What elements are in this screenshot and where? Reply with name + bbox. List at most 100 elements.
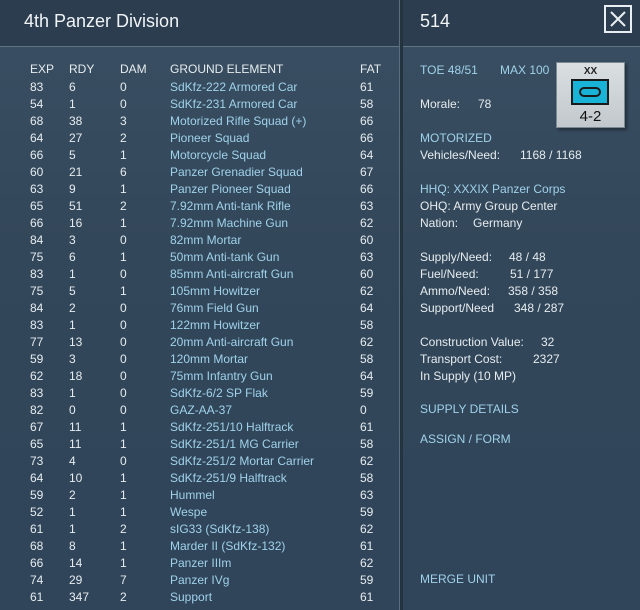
ground-element-link[interactable]: 105mm Howitzer [170, 284, 260, 298]
cell-exp: 59 [30, 488, 44, 502]
table-row: 84 3 0 82mm Mortar 60 [0, 232, 399, 249]
cell-dam: 1 [120, 437, 127, 451]
motorized-infantry-icon [571, 79, 609, 105]
cell-fat: 0 [360, 403, 367, 417]
cell-fat: 61 [360, 590, 374, 604]
cell-dam: 0 [120, 97, 127, 111]
cell-fat: 63 [360, 199, 374, 213]
table-row: 65 11 1 SdKfz-251/1 MG Carrier 58 [0, 436, 399, 453]
ground-element-link[interactable]: 76mm Field Gun [170, 301, 259, 315]
cell-exp: 64 [30, 131, 44, 145]
ground-element-link[interactable]: 120mm Mortar [170, 352, 248, 366]
cell-dam: 1 [120, 488, 127, 502]
ground-element-link[interactable]: Marder II (SdKfz-132) [170, 539, 285, 553]
column-header-rdy: RDY [69, 62, 95, 76]
ground-element-link[interactable]: Panzer IIIm [170, 556, 231, 570]
ground-element-link[interactable]: Pioneer Squad [170, 131, 249, 145]
cell-dam: 0 [120, 80, 127, 94]
ground-element-link[interactable]: SdKfz-231 Armored Car [170, 97, 297, 111]
ground-element-link[interactable]: SdKfz-251/2 Mortar Carrier [170, 454, 314, 468]
ground-element-link[interactable]: 122mm Howitzer [170, 318, 260, 332]
ground-element-link[interactable]: 85mm Anti-aircraft Gun [170, 267, 293, 281]
cell-dam: 1 [120, 182, 127, 196]
cell-rdy: 1 [69, 318, 76, 332]
construction-label: Construction Value: [420, 335, 524, 349]
column-header-fat: FAT [360, 62, 382, 76]
ground-element-link[interactable]: Panzer Pioneer Squad [170, 182, 291, 196]
ground-element-link[interactable]: 7.92mm Anti-tank Rifle [170, 199, 291, 213]
cell-rdy: 10 [69, 471, 83, 485]
ground-element-link[interactable]: 7.92mm Machine Gun [170, 216, 288, 230]
ground-element-link[interactable]: SdKfz-6/2 SP Flak [170, 386, 268, 400]
merge-unit-button[interactable]: MERGE UNIT [420, 572, 495, 586]
ground-element-link[interactable]: SdKfz-251/9 Halftrack [170, 471, 287, 485]
cell-fat: 61 [360, 539, 374, 553]
column-header-ground-element: GROUND ELEMENT [170, 62, 284, 76]
vehicles-value: 1168 / 1168 [520, 148, 582, 162]
table-row: 68 8 1 Marder II (SdKfz-132) 61 [0, 538, 399, 555]
ground-element-link[interactable]: 82mm Mortar [170, 233, 241, 247]
unit-counter[interactable]: XX 4-2 [556, 62, 625, 128]
cell-rdy: 6 [69, 250, 76, 264]
ground-element-link[interactable]: SdKfz-251/10 Halftrack [170, 420, 293, 434]
cell-rdy: 13 [69, 335, 83, 349]
cell-dam: 0 [120, 352, 127, 366]
ground-element-link[interactable]: Wespe [170, 505, 207, 519]
cell-dam: 2 [120, 522, 127, 536]
transport-label: Transport Cost: [420, 352, 503, 366]
assign-form-button[interactable]: ASSIGN / FORM [420, 432, 511, 446]
supply-details-button[interactable]: SUPPLY DETAILS [420, 402, 519, 416]
cell-exp: 65 [30, 199, 44, 213]
ground-element-link[interactable]: Panzer IVg [170, 573, 229, 587]
ground-element-link[interactable]: GAZ-AA-37 [170, 403, 232, 417]
ohq-text: OHQ: Army Group Center [420, 199, 558, 213]
in-supply-status: In Supply (10 MP) [420, 369, 517, 383]
ground-element-link[interactable]: 75mm Infantry Gun [170, 369, 273, 383]
table-row: 52 1 1 Wespe 59 [0, 504, 399, 521]
cell-exp: 66 [30, 216, 44, 230]
cell-rdy: 347 [69, 590, 90, 604]
ground-element-link[interactable]: Panzer Grenadier Squad [170, 165, 303, 179]
cell-rdy: 21 [69, 165, 83, 179]
cell-exp: 66 [30, 556, 44, 570]
table-row: 54 1 0 SdKfz-231 Armored Car 58 [0, 96, 399, 113]
cell-rdy: 11 [69, 420, 82, 434]
cell-exp: 52 [30, 505, 44, 519]
cell-dam: 0 [120, 318, 127, 332]
unit-size-label: XX [583, 66, 598, 77]
cell-fat: 60 [360, 233, 374, 247]
cell-dam: 1 [120, 505, 127, 519]
ground-element-link[interactable]: Support [170, 590, 212, 604]
ground-element-link[interactable]: Hummel [170, 488, 215, 502]
transport-value: 2327 [533, 352, 560, 366]
cell-dam: 1 [120, 539, 127, 553]
cell-dam: 0 [120, 403, 127, 417]
table-row: 83 1 0 85mm Anti-aircraft Gun 60 [0, 266, 399, 283]
ground-element-link[interactable]: Motorcycle Squad [170, 148, 266, 162]
ground-element-link[interactable]: SdKfz-251/1 MG Carrier [170, 437, 299, 451]
cell-rdy: 14 [69, 556, 83, 570]
cell-exp: 68 [30, 539, 44, 553]
cell-dam: 0 [120, 454, 127, 468]
cell-fat: 59 [360, 573, 374, 587]
cell-fat: 67 [360, 165, 374, 179]
cell-exp: 66 [30, 148, 44, 162]
table-row: 62 18 0 75mm Infantry Gun 64 [0, 368, 399, 385]
ground-element-link[interactable]: sIG33 (SdKfz-138) [170, 522, 269, 536]
cell-dam: 6 [120, 165, 127, 179]
cell-fat: 66 [360, 182, 374, 196]
ground-element-link[interactable]: 50mm Anti-tank Gun [170, 250, 279, 264]
cell-exp: 83 [30, 267, 44, 281]
cell-dam: 0 [120, 301, 127, 315]
ground-element-link[interactable]: Motorized Rifle Squad (+) [170, 114, 306, 128]
cell-rdy: 3 [69, 352, 76, 366]
ground-element-link[interactable]: SdKfz-222 Armored Car [170, 80, 297, 94]
cell-exp: 75 [30, 250, 44, 264]
close-button[interactable] [604, 5, 632, 33]
ground-element-link[interactable]: 20mm Anti-aircraft Gun [170, 335, 293, 349]
cell-rdy: 1 [69, 386, 76, 400]
unit-strength-label: 4-2 [579, 108, 602, 125]
cell-fat: 64 [360, 301, 374, 315]
cell-rdy: 38 [69, 114, 83, 128]
hhq-link[interactable]: HHQ: XXXIX Panzer Corps [420, 182, 565, 196]
